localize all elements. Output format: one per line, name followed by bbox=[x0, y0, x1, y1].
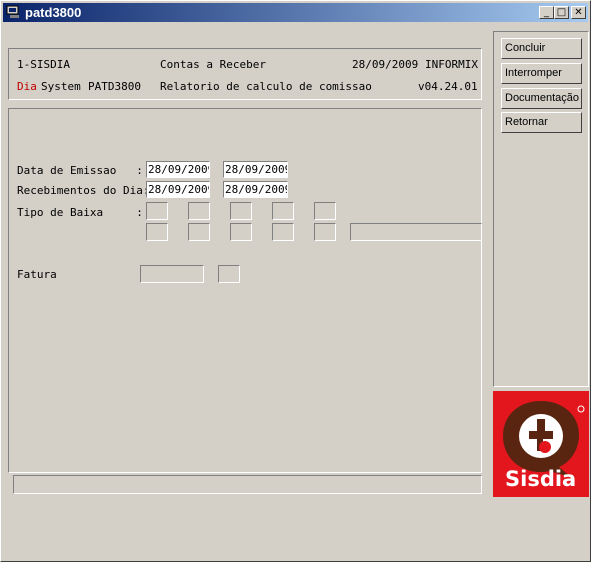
tipo-baixa-description bbox=[350, 223, 482, 241]
database-name: INFORMIX bbox=[425, 58, 478, 71]
tipo-baixa-field-7[interactable] bbox=[188, 223, 210, 241]
brand-dia: Dia bbox=[17, 80, 37, 93]
brand-system: System bbox=[41, 80, 81, 93]
recebimentos-from-field[interactable]: 28/09/2009 bbox=[146, 181, 210, 198]
module-name: Contas a Receber bbox=[160, 58, 266, 71]
application-window: patd3800 _ □ ✕ 1-SISDIA Contas a Receber… bbox=[0, 0, 591, 562]
app-icon bbox=[6, 5, 19, 18]
tipo-baixa-field-1[interactable] bbox=[146, 202, 168, 220]
interromper-button[interactable]: Interromper bbox=[501, 63, 582, 84]
report-title: Relatorio de calculo de comissao bbox=[160, 80, 372, 93]
emissao-from-field[interactable]: 28/09/2009 bbox=[146, 161, 210, 178]
tipo-baixa-field-2[interactable] bbox=[188, 202, 210, 220]
recebimentos-to-field[interactable]: 28/09/2009 bbox=[223, 181, 288, 198]
header-date: 28/09/2009 bbox=[352, 58, 419, 71]
header-panel: 1-SISDIA Contas a Receber 28/09/2009 INF… bbox=[8, 48, 482, 100]
minimize-button[interactable]: _ bbox=[539, 6, 554, 19]
fatura-suffix-field[interactable] bbox=[218, 265, 240, 283]
tipo-baixa-field-4[interactable] bbox=[272, 202, 294, 220]
recebimentos-label: Recebimentos do Dia: bbox=[17, 184, 150, 197]
sidebar-panel bbox=[493, 31, 589, 387]
system-name: 1-SISDIA bbox=[17, 58, 70, 71]
tipo-baixa-field-10[interactable] bbox=[314, 223, 336, 241]
close-button[interactable]: ✕ bbox=[571, 6, 586, 19]
tipo-baixa-field-5[interactable] bbox=[314, 202, 336, 220]
retornar-button[interactable]: Retornar bbox=[501, 112, 582, 133]
maximize-button[interactable]: □ bbox=[554, 6, 569, 19]
window-title: patd3800 bbox=[25, 5, 82, 20]
tipo-baixa-label: Tipo de Baixa : bbox=[17, 206, 143, 219]
logo-text: Sisdia bbox=[505, 467, 577, 491]
tipo-baixa-field-3[interactable] bbox=[230, 202, 252, 220]
fatura-label: Fatura bbox=[17, 268, 57, 281]
tipo-baixa-field-9[interactable] bbox=[272, 223, 294, 241]
version-label: v04.24.01 bbox=[418, 80, 478, 93]
emissao-label: Data de Emissao : bbox=[17, 164, 143, 177]
sisdia-logo: Sisdia bbox=[493, 391, 589, 497]
program-code: PATD3800 bbox=[88, 80, 141, 93]
documentacao-button[interactable]: Documentação bbox=[501, 88, 582, 109]
title-bar[interactable]: patd3800 _ □ ✕ bbox=[3, 3, 588, 22]
fatura-field[interactable] bbox=[140, 265, 204, 283]
concluir-button[interactable]: Concluir bbox=[501, 38, 582, 59]
tipo-baixa-field-8[interactable] bbox=[230, 223, 252, 241]
tipo-baixa-field-6[interactable] bbox=[146, 223, 168, 241]
emissao-to-field[interactable]: 28/09/2009 bbox=[223, 161, 288, 178]
status-bar bbox=[13, 475, 482, 494]
